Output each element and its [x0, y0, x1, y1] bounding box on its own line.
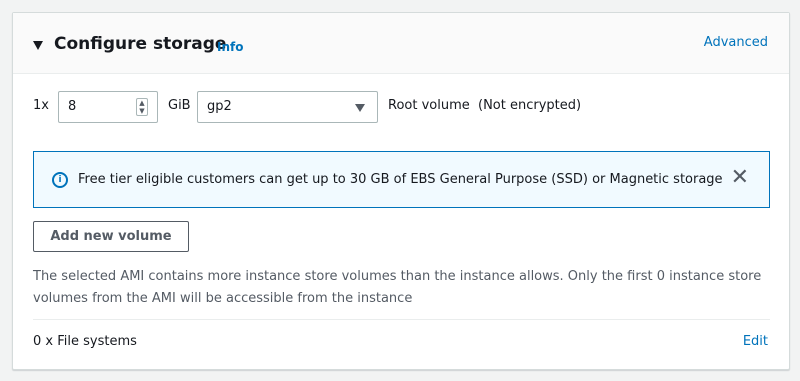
- configure-storage-panel: Configure storage Info Advanced 1x 8 ▲ ▼ …: [12, 12, 790, 370]
- alert-message: Free tier eligible customers can get up …: [78, 172, 723, 187]
- section-title: Configure storage: [54, 34, 227, 54]
- root-volume-label: Root volume (Not encrypted): [388, 98, 582, 113]
- info-icon: i: [52, 172, 68, 188]
- close-icon[interactable]: ✕: [731, 166, 749, 190]
- divider: [33, 319, 770, 320]
- size-stepper-icon[interactable]: ▲ ▼: [136, 98, 148, 116]
- volume-size-value: 8: [68, 99, 77, 114]
- edit-link[interactable]: Edit: [743, 334, 768, 349]
- file-systems-label: 0 x File systems: [33, 334, 137, 349]
- volume-type-value: gp2: [207, 99, 232, 114]
- volume-type-select[interactable]: gp2: [197, 91, 378, 123]
- volume-size-input[interactable]: 8 ▲ ▼: [58, 91, 158, 123]
- info-link[interactable]: Info: [217, 40, 243, 54]
- caret-down-icon: [355, 104, 365, 112]
- volume-unit: GiB: [168, 98, 191, 113]
- collapse-caret-icon[interactable]: [33, 41, 43, 50]
- panel-header: Configure storage Info Advanced: [13, 13, 789, 74]
- instance-store-note: The selected AMI contains more instance …: [33, 269, 762, 306]
- add-new-volume-button[interactable]: Add new volume: [33, 221, 189, 252]
- free-tier-alert: i Free tier eligible customers can get u…: [33, 151, 770, 208]
- advanced-link[interactable]: Advanced: [704, 35, 768, 50]
- volume-count: 1x: [33, 98, 49, 113]
